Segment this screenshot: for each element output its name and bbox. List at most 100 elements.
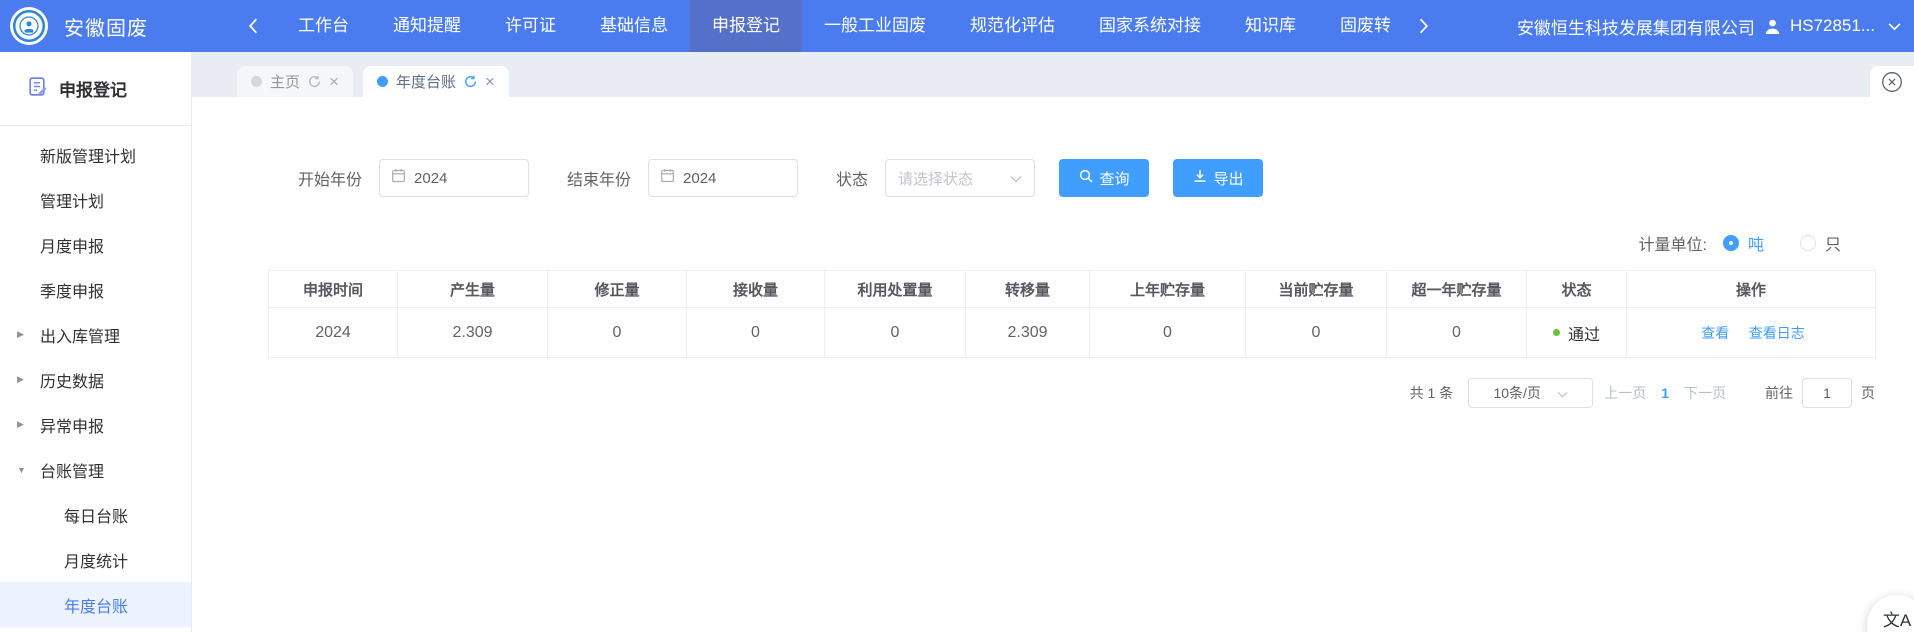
select-chevron-down-icon — [1010, 170, 1022, 187]
page-size-select[interactable]: 10条/页 — [1468, 378, 1593, 408]
sidebar-item-abnormal-declaration[interactable]: ▶异常申报 — [0, 402, 191, 447]
expand-caret-icon: ▶ — [17, 419, 24, 430]
col-generated: 产生量 — [398, 271, 548, 308]
prev-page-button[interactable]: 上一页 — [1604, 383, 1646, 403]
nav-item-license[interactable]: 许可证 — [483, 0, 578, 52]
col-declare-time: 申报时间 — [269, 271, 398, 308]
tab-close-icon[interactable]: × — [485, 73, 495, 90]
sidebar-item-management-plan[interactable]: 管理计划 — [0, 177, 191, 222]
collapse-caret-icon: ▼ — [17, 465, 26, 475]
status-select-placeholder: 请选择状态 — [898, 168, 973, 189]
sidebar-item-daily-ledger[interactable]: 每日台账 — [0, 492, 191, 537]
tab-strip: 主页 × 年度台账 × — [192, 52, 1914, 97]
goto-page-group: 前往 页 — [1765, 378, 1875, 408]
user-menu-chevron-down-icon[interactable] — [1888, 22, 1901, 31]
nav-item-waste-transfer-truncated[interactable]: 固废转 — [1318, 0, 1413, 52]
nav-item-national-system[interactable]: 国家系统对接 — [1077, 0, 1223, 52]
tab-refresh-icon[interactable] — [464, 75, 477, 88]
nav-item-standardization-assessment[interactable]: 规范化评估 — [948, 0, 1077, 52]
sidebar-menu: 新版管理计划 管理计划 月度申报 季度申报 ▶出入库管理 ▶历史数据 ▶异常申报… — [0, 132, 191, 627]
expand-caret-icon: ▶ — [17, 374, 24, 385]
nav-collapse-left-icon[interactable] — [244, 18, 262, 34]
sidebar-item-monthly-statistics[interactable]: 月度统计 — [0, 537, 191, 582]
navbar-user-area: 安徽恒生科技发展集团有限公司 HS72851... — [1517, 14, 1914, 39]
current-page-button[interactable]: 1 — [1661, 385, 1669, 401]
cell-prev-year-storage: 0 — [1090, 308, 1246, 358]
radio-selected-icon[interactable] — [1723, 235, 1739, 251]
sidebar-item-new-management-plan[interactable]: 新版管理计划 — [0, 132, 191, 177]
tab-refresh-icon[interactable] — [308, 75, 321, 88]
app-title: 安徽固废 — [64, 12, 148, 41]
nav-item-declaration-active[interactable]: 申报登记 — [690, 0, 802, 52]
search-button[interactable]: 查询 — [1059, 159, 1149, 197]
col-prev-year-storage: 上年贮存量 — [1090, 271, 1246, 308]
view-log-link[interactable]: 查看日志 — [1749, 325, 1805, 341]
tab-status-dot — [251, 76, 262, 87]
sidebar-item-inout-warehouse[interactable]: ▶出入库管理 — [0, 312, 191, 357]
sidebar-item-quarterly-declaration[interactable]: 季度申报 — [0, 267, 191, 312]
sidebar: 申报登记 新版管理计划 管理计划 月度申报 季度申报 ▶出入库管理 ▶历史数据 … — [0, 52, 192, 632]
nav-item-general-industrial-waste[interactable]: 一般工业固废 — [802, 0, 948, 52]
goto-prefix: 前往 — [1765, 383, 1793, 403]
page-content: 开始年份 结束年份 状态 请选择状态 — [192, 97, 1914, 632]
view-link[interactable]: 查看 — [1701, 325, 1729, 341]
start-year-value[interactable] — [414, 170, 517, 187]
sidebar-item-ledger-management[interactable]: ▼台账管理 — [0, 447, 191, 492]
nav-item-knowledge-base[interactable]: 知识库 — [1223, 0, 1318, 52]
company-name: 安徽恒生科技发展集团有限公司 — [1517, 14, 1755, 39]
cell-received: 0 — [687, 308, 825, 358]
app-logo-icon — [10, 7, 48, 45]
tab-status-dot — [377, 76, 388, 87]
user-icon — [1764, 18, 1781, 35]
start-year-label: 开始年份 — [298, 166, 362, 190]
unit-radio-ton[interactable]: 吨 — [1723, 231, 1764, 255]
measure-unit-row: 计量单位: 吨 只 — [268, 233, 1875, 253]
sidebar-item-history-data[interactable]: ▶历史数据 — [0, 357, 191, 402]
status-select[interactable]: 请选择状态 — [885, 159, 1035, 197]
col-received: 接收量 — [687, 271, 825, 308]
cell-over-one-year-storage: 0 — [1387, 308, 1527, 358]
tab-annual-ledger-label: 年度台账 — [396, 71, 456, 92]
tab-home[interactable]: 主页 × — [237, 66, 353, 97]
download-icon — [1193, 169, 1207, 187]
unit-radio-piece[interactable]: 只 — [1800, 231, 1841, 255]
search-icon — [1079, 169, 1093, 187]
export-button[interactable]: 导出 — [1173, 159, 1263, 197]
nav-item-basic-info[interactable]: 基础信息 — [578, 0, 690, 52]
goto-page-input[interactable] — [1802, 378, 1852, 408]
start-year-input[interactable] — [379, 159, 529, 197]
nav-item-notifications[interactable]: 通知提醒 — [371, 0, 483, 52]
nav-item-workbench[interactable]: 工作台 — [276, 0, 371, 52]
col-actions: 操作 — [1627, 271, 1876, 308]
end-year-input[interactable] — [648, 159, 798, 197]
measure-unit-label: 计量单位: — [1639, 231, 1707, 255]
tab-annual-ledger-active[interactable]: 年度台账 × — [363, 66, 509, 97]
username[interactable]: HS72851... — [1790, 16, 1875, 36]
col-status: 状态 — [1527, 271, 1627, 308]
sidebar-item-monthly-declaration[interactable]: 月度申报 — [0, 222, 191, 267]
col-over-one-year-storage: 超一年贮存量 — [1387, 271, 1527, 308]
nav-scroll-right-icon[interactable] — [1413, 18, 1435, 34]
end-year-value[interactable] — [683, 170, 786, 187]
tab-home-label: 主页 — [270, 71, 300, 92]
next-page-button[interactable]: 下一页 — [1684, 383, 1726, 403]
goto-suffix: 页 — [1861, 383, 1875, 403]
cell-current-storage: 0 — [1246, 308, 1387, 358]
cell-actions: 查看 查看日志 — [1627, 308, 1876, 358]
cell-corrected: 0 — [548, 308, 687, 358]
cell-generated: 2.309 — [398, 308, 548, 358]
col-corrected: 修正量 — [548, 271, 687, 308]
sidebar-title: 申报登记 — [59, 76, 127, 101]
cell-utilized-disposed: 0 — [825, 308, 966, 358]
pagination: 共 1 条 10条/页 上一页 1 下一页 前往 页 — [268, 378, 1875, 408]
tab-close-icon[interactable]: × — [329, 73, 339, 90]
cell-declare-time: 2024 — [269, 308, 398, 358]
sidebar-item-annual-ledger-selected[interactable]: 年度台账 — [0, 582, 191, 627]
radio-unselected-icon[interactable] — [1800, 235, 1816, 251]
status-passed-dot-icon — [1553, 329, 1560, 336]
close-all-tabs-button[interactable] — [1870, 66, 1914, 97]
table-row: 2024 2.309 0 0 0 2.309 0 0 0 通过 — [269, 308, 1876, 358]
status-badge: 通过 — [1568, 321, 1600, 345]
calendar-icon — [391, 168, 406, 188]
select-chevron-down-icon — [1557, 385, 1568, 401]
